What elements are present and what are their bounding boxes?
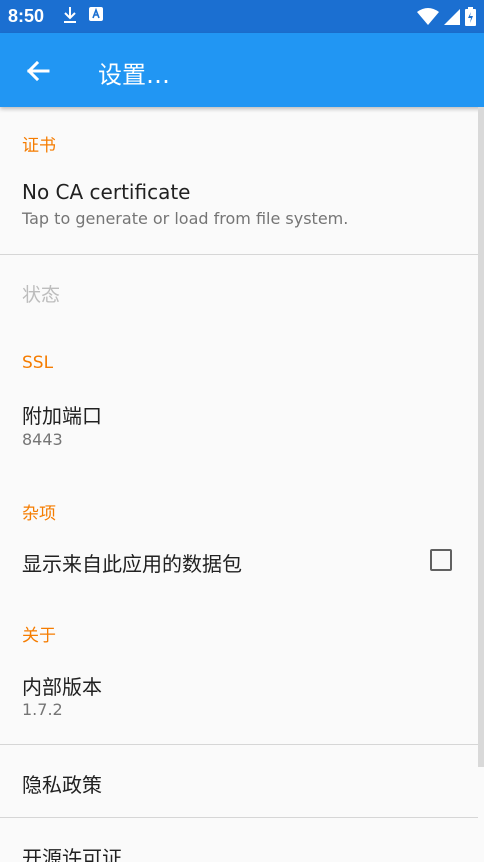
pref-ca-certificate-summary: Tap to generate or load from file system… [22, 209, 349, 228]
pref-ca-certificate-title: No CA certificate [22, 180, 191, 204]
show-app-packets-checkbox[interactable] [430, 549, 452, 571]
category-about: 关于 [22, 626, 56, 646]
pref-status: 状态 [22, 284, 61, 306]
battery-charging-icon [465, 7, 476, 26]
pref-privacy-policy[interactable]: 隐私政策 [22, 769, 102, 798]
status-bar: 8:50 [0, 0, 484, 33]
arrow-back-icon [26, 60, 50, 82]
category-certificate: 证书 [22, 136, 56, 156]
download-icon [64, 7, 76, 23]
pref-build-version-title: 内部版本 [22, 675, 102, 699]
wifi-icon [417, 7, 439, 25]
app-bar: 设置… [0, 33, 484, 107]
pref-build-version-value: 1.7.2 [22, 700, 63, 719]
pref-open-source-licenses[interactable]: 开源许可证 [22, 842, 122, 862]
status-time: 8:50 [8, 6, 45, 26]
app-notification-icon [89, 7, 103, 21]
pref-additional-port-title: 附加端口 [22, 404, 102, 428]
pref-show-app-packets-title: 显示来自此应用的数据包 [22, 552, 242, 576]
divider [0, 817, 478, 818]
scrollbar[interactable] [478, 107, 484, 767]
back-button[interactable] [22, 55, 54, 87]
signal-icon [444, 8, 460, 25]
divider [0, 744, 478, 745]
category-ssl: SSL [22, 353, 54, 373]
pref-additional-port-value: 8443 [22, 430, 63, 449]
page-title: 设置… [98, 61, 170, 89]
divider [0, 254, 478, 255]
settings-list[interactable]: 证书 No CA certificate Tap to generate or … [0, 107, 484, 862]
category-misc: 杂项 [22, 504, 56, 524]
